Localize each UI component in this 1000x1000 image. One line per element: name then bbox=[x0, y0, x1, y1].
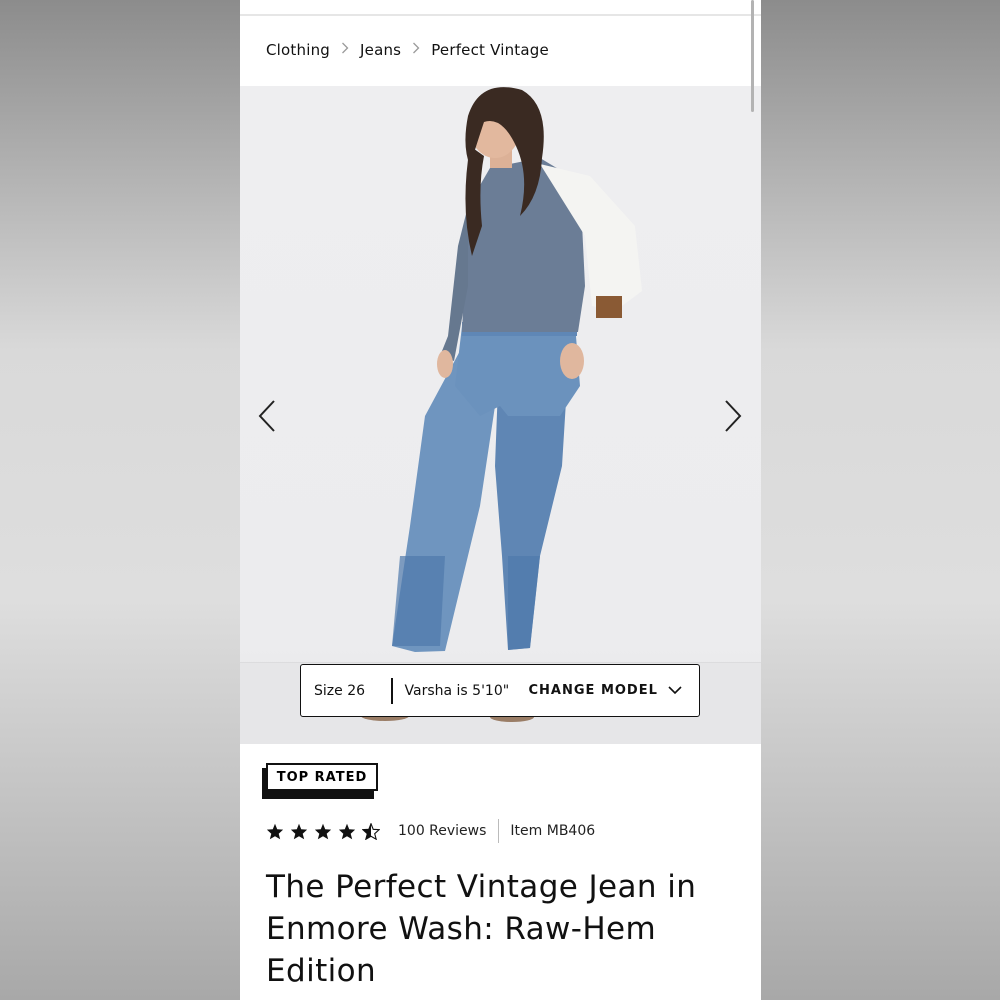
half-star-icon bbox=[362, 822, 380, 840]
change-model-button[interactable]: CHANGE MODEL bbox=[529, 683, 682, 698]
star-rating[interactable] bbox=[266, 822, 380, 840]
chevron-right-icon bbox=[725, 400, 742, 432]
item-number: Item MB406 bbox=[510, 823, 596, 839]
breadcrumb-jeans[interactable]: Jeans bbox=[360, 41, 401, 59]
carousel-prev-button[interactable] bbox=[252, 396, 282, 436]
product-title: The Perfect Vintage Jean in Enmore Wash:… bbox=[266, 869, 697, 989]
right-background bbox=[761, 0, 1000, 1000]
product-image-carousel[interactable]: Size 26 Varsha is 5'10" CHANGE MODEL bbox=[240, 86, 761, 744]
chevron-down-icon bbox=[668, 686, 682, 695]
product-photo bbox=[361, 87, 642, 722]
divider bbox=[391, 677, 393, 704]
product-page: Clothing Jeans Perfect Vintage Size 26 V… bbox=[240, 0, 761, 1000]
model-size: Size 26 bbox=[314, 682, 366, 699]
star-icon bbox=[314, 823, 332, 839]
top-rated-badge: TOP RATED bbox=[262, 763, 378, 799]
chevron-right-icon bbox=[401, 42, 431, 58]
rating-row: 100 Reviews Item MB406 bbox=[266, 818, 595, 844]
badge-label: TOP RATED bbox=[266, 763, 378, 791]
reviews-link[interactable]: 100 Reviews bbox=[398, 823, 486, 839]
breadcrumb-perfect-vintage[interactable]: Perfect Vintage bbox=[431, 41, 549, 59]
star-icon bbox=[338, 823, 356, 839]
model-height: Varsha is 5'10" bbox=[404, 682, 510, 699]
chevron-left-icon bbox=[258, 400, 275, 432]
left-background bbox=[0, 0, 240, 1000]
carousel-next-button[interactable] bbox=[718, 396, 748, 436]
chevron-right-icon bbox=[330, 42, 360, 58]
model-info-bar: Size 26 Varsha is 5'10" CHANGE MODEL bbox=[300, 664, 700, 717]
change-model-label: CHANGE MODEL bbox=[528, 683, 658, 698]
breadcrumb-clothing[interactable]: Clothing bbox=[266, 41, 330, 59]
scrollbar[interactable] bbox=[751, 0, 754, 112]
star-icon bbox=[266, 823, 284, 839]
divider bbox=[498, 819, 500, 843]
header-bar bbox=[240, 0, 761, 16]
star-icon bbox=[290, 823, 308, 839]
breadcrumb: Clothing Jeans Perfect Vintage bbox=[266, 38, 549, 62]
